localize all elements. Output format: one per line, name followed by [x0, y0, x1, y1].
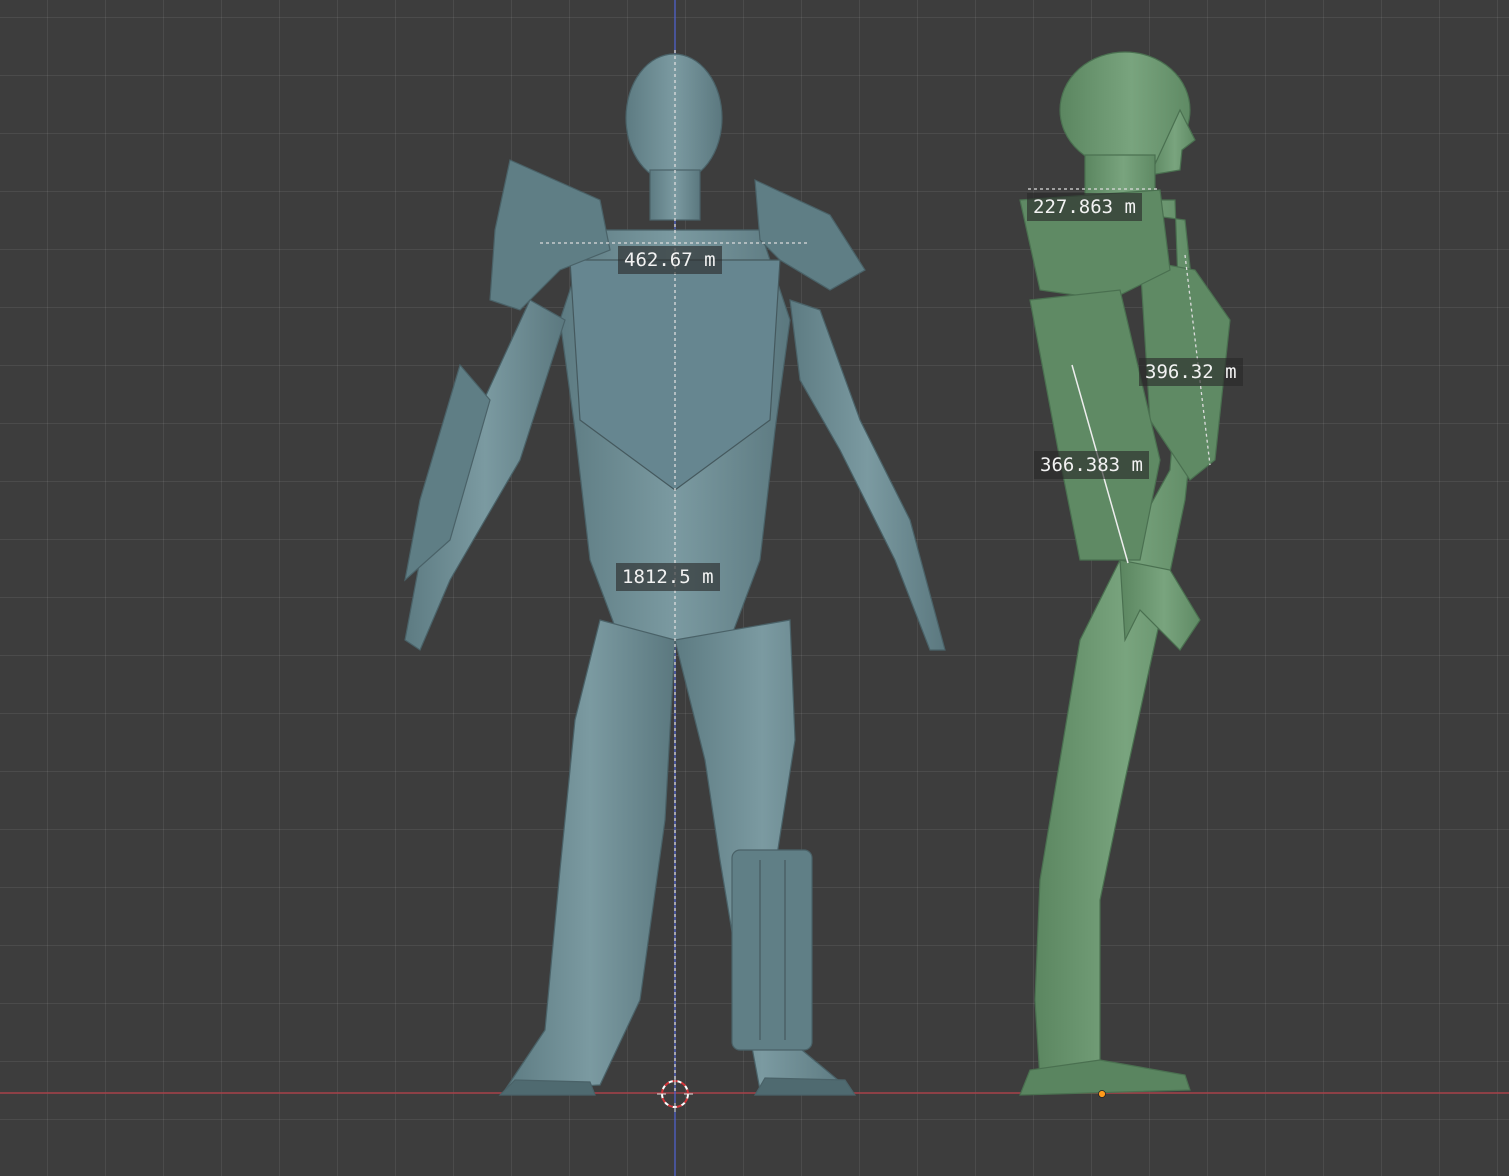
- measurement-label-torso-depth: 396.32 m: [1139, 358, 1243, 386]
- viewport-scene: [0, 0, 1509, 1176]
- measurement-label-neck-depth: 227.863 m: [1027, 193, 1142, 221]
- object-origin-icon[interactable]: [1098, 1090, 1106, 1098]
- measurement-label-shoulder-width: 462.67 m: [618, 246, 722, 274]
- measurement-label-arm-length: 366.383 m: [1034, 451, 1149, 479]
- 3d-viewport[interactable]: 462.67 m 1812.5 m 227.863 m 396.32 m 366…: [0, 0, 1509, 1176]
- measurement-label-height: 1812.5 m: [616, 563, 720, 591]
